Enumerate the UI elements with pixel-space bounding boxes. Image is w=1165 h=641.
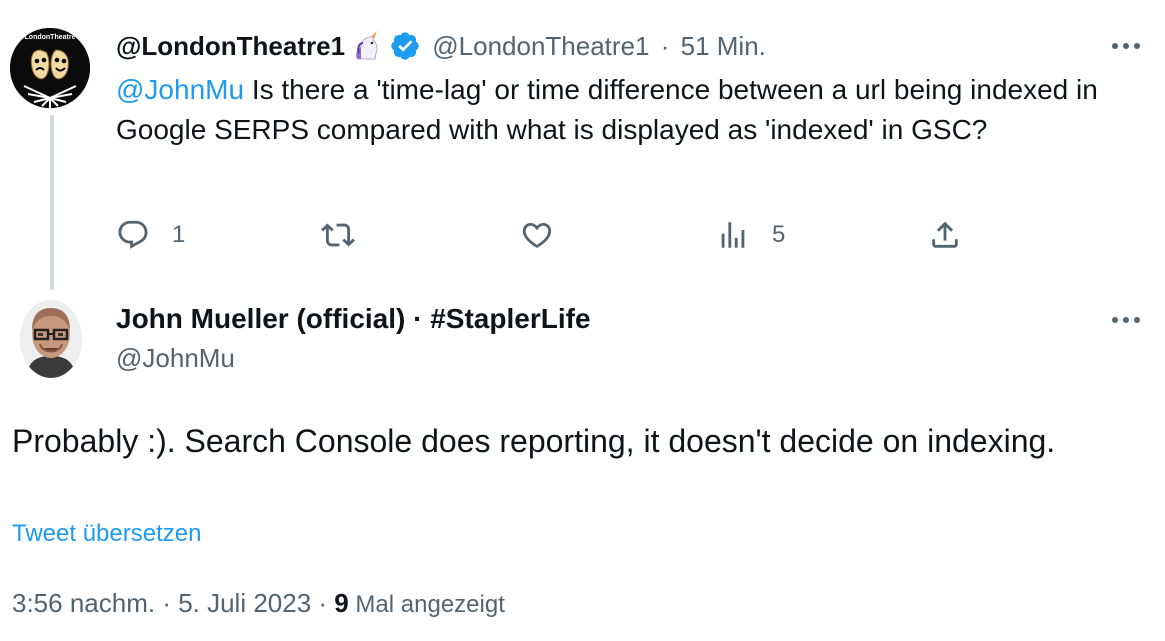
like-button[interactable] <box>520 212 576 258</box>
like-icon <box>522 222 552 248</box>
pixel-portrait-avatar <box>20 300 82 378</box>
views-number: 9 <box>334 588 349 618</box>
author-name[interactable]: @LondonTheatre1 <box>116 31 345 61</box>
timestamp[interactable]: 3:56 nachm. · 5. Juli 2023 · <box>12 588 334 618</box>
author-handle[interactable]: @JohnMu <box>116 340 235 376</box>
author-name[interactable]: John Mueller (official) · #StaplerLife <box>116 303 591 334</box>
tweet1-action-bar: 1 5 <box>116 212 966 258</box>
views-count: 5 <box>772 221 786 248</box>
retweet-button[interactable] <box>321 212 377 258</box>
views-button[interactable]: 5 <box>716 212 785 258</box>
share-icon <box>932 221 958 248</box>
tweet2-text: Probably :). Search Console does reporti… <box>12 423 1056 459</box>
views-icon <box>721 222 745 248</box>
avatar-logo-text: LondonTheatre <box>25 34 76 41</box>
separator-dot: · <box>660 31 670 61</box>
views-label: Mal angezeigt <box>348 591 505 618</box>
share-button[interactable] <box>928 212 962 258</box>
reply-count: 1 <box>172 221 186 248</box>
mention-link[interactable]: @JohnMu <box>116 74 244 105</box>
retweet-icon <box>321 223 355 247</box>
tweet2-author-name[interactable]: John Mueller (official) · #StaplerLife <box>116 300 591 338</box>
avatar-johnmu[interactable] <box>20 300 82 378</box>
more-icon[interactable] <box>1106 310 1146 330</box>
tweet-meta: 3:56 nachm. · 5. Juli 2023 · 9 Mal angez… <box>12 584 505 624</box>
tweet1-header: @LondonTheatre1 @LondonTheatre1 · 51 Min… <box>116 28 766 64</box>
avatar-londontheatre[interactable]: LondonTheatre <box>10 28 90 108</box>
author-handle[interactable]: @LondonTheatre1 <box>432 31 649 61</box>
tweet1-body: Is there a 'time-lag' or time difference… <box>116 74 1098 145</box>
theatre-masks-logo: LondonTheatre <box>10 28 90 108</box>
reply-icon <box>118 220 148 249</box>
reply-button[interactable]: 1 <box>116 212 185 258</box>
unicorn-emoji <box>351 31 385 61</box>
tweet-time[interactable]: 51 Min. <box>681 31 766 61</box>
tweet1-text: @JohnMu Is there a 'time-lag' or time di… <box>116 70 1136 150</box>
translate-tweet-link[interactable]: Tweet übersetzen <box>12 516 201 552</box>
verified-badge-icon[interactable] <box>389 30 421 62</box>
more-icon[interactable] <box>1106 36 1146 56</box>
thread-connector-line <box>50 115 54 290</box>
